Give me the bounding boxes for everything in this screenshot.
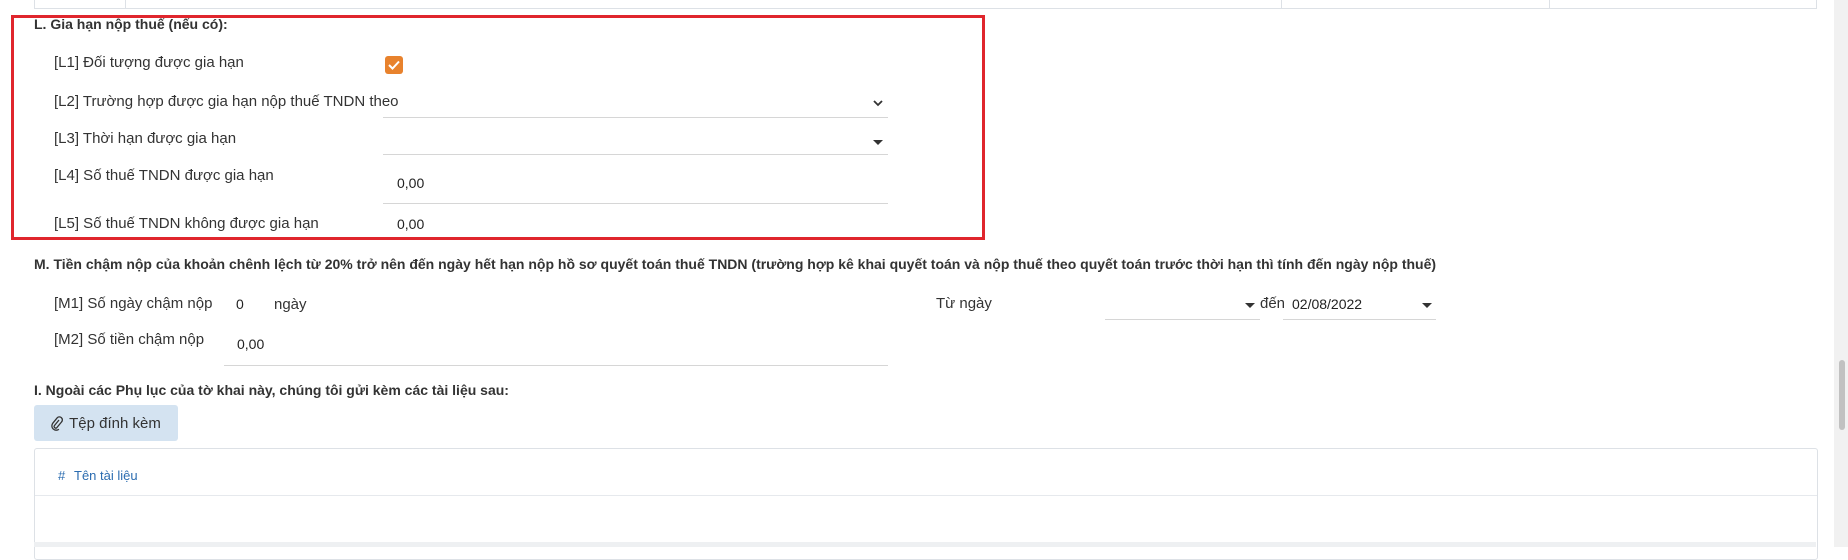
attach-file-label: Tệp đính kèm bbox=[69, 414, 161, 432]
l4-value: 0,00 bbox=[397, 175, 425, 191]
m1-unit: ngày bbox=[274, 296, 307, 313]
l5-input[interactable]: 0,00 bbox=[383, 209, 888, 237]
attach-file-button[interactable]: Tệp đính kèm bbox=[34, 405, 178, 441]
l1-label: [L1] Đối tượng được gia hạn bbox=[54, 54, 244, 71]
paperclip-icon bbox=[51, 415, 64, 431]
l4-input[interactable]: 0,00 bbox=[383, 166, 888, 204]
field-underline bbox=[383, 203, 888, 204]
from-date-label: Từ ngày bbox=[936, 295, 992, 312]
table-divider bbox=[1549, 0, 1550, 8]
column-header-document-name[interactable]: Tên tài liệu bbox=[74, 468, 138, 483]
table-divider bbox=[1281, 0, 1282, 8]
field-underline bbox=[224, 365, 888, 366]
chevron-down-icon bbox=[873, 100, 883, 107]
field-underline bbox=[1105, 319, 1260, 320]
field-underline bbox=[1283, 319, 1436, 320]
l4-label: [L4] Số thuế TNDN được gia hạn bbox=[54, 167, 274, 184]
l2-label: [L2] Trường hợp được gia hạn nộp thuế TN… bbox=[54, 93, 399, 110]
section-m-title: M. Tiền chậm nộp của khoản chênh lệch từ… bbox=[34, 256, 1437, 272]
table-footer-bar bbox=[34, 542, 1816, 547]
to-date-value: 02/08/2022 bbox=[1292, 296, 1363, 312]
table-divider bbox=[125, 0, 126, 8]
section-i-title: I. Ngoài các Phụ lục của tờ khai này, ch… bbox=[34, 382, 509, 398]
field-underline bbox=[383, 117, 888, 118]
column-header-index: # bbox=[58, 468, 66, 483]
l5-label: [L5] Số thuế TNDN không được gia hạn bbox=[54, 215, 319, 232]
m2-input[interactable]: 0,00 bbox=[224, 326, 888, 366]
to-date-label: đến bbox=[1260, 295, 1286, 312]
m1-input[interactable]: 0 bbox=[224, 292, 264, 318]
section-l-title: L. Gia hạn nộp thuế (nếu có): bbox=[34, 16, 228, 32]
l2-select[interactable] bbox=[383, 88, 888, 118]
top-table-remnant bbox=[34, 0, 1817, 9]
caret-down-icon bbox=[873, 140, 883, 145]
m1-label: [M1] Số ngày chậm nộp bbox=[54, 295, 213, 312]
caret-down-icon bbox=[1422, 303, 1432, 308]
m2-value: 0,00 bbox=[237, 336, 265, 352]
m1-value: 0 bbox=[236, 296, 244, 312]
caret-down-icon bbox=[1245, 303, 1255, 308]
check-icon bbox=[388, 60, 400, 70]
scrollbar-thumb[interactable] bbox=[1839, 360, 1845, 430]
field-underline bbox=[383, 154, 888, 155]
to-date-picker[interactable]: 02/08/2022 bbox=[1283, 290, 1436, 320]
from-date-picker[interactable] bbox=[1105, 290, 1260, 320]
m2-label: [M2] Số tiền chậm nộp bbox=[54, 331, 205, 348]
l1-checkbox[interactable] bbox=[385, 56, 403, 74]
l5-value: 0,00 bbox=[397, 216, 425, 232]
l3-label: [L3] Thời hạn được gia hạn bbox=[54, 130, 237, 147]
table-header-divider bbox=[35, 495, 1817, 496]
l3-select[interactable] bbox=[383, 125, 888, 155]
scrollbar-track[interactable] bbox=[1834, 0, 1848, 547]
